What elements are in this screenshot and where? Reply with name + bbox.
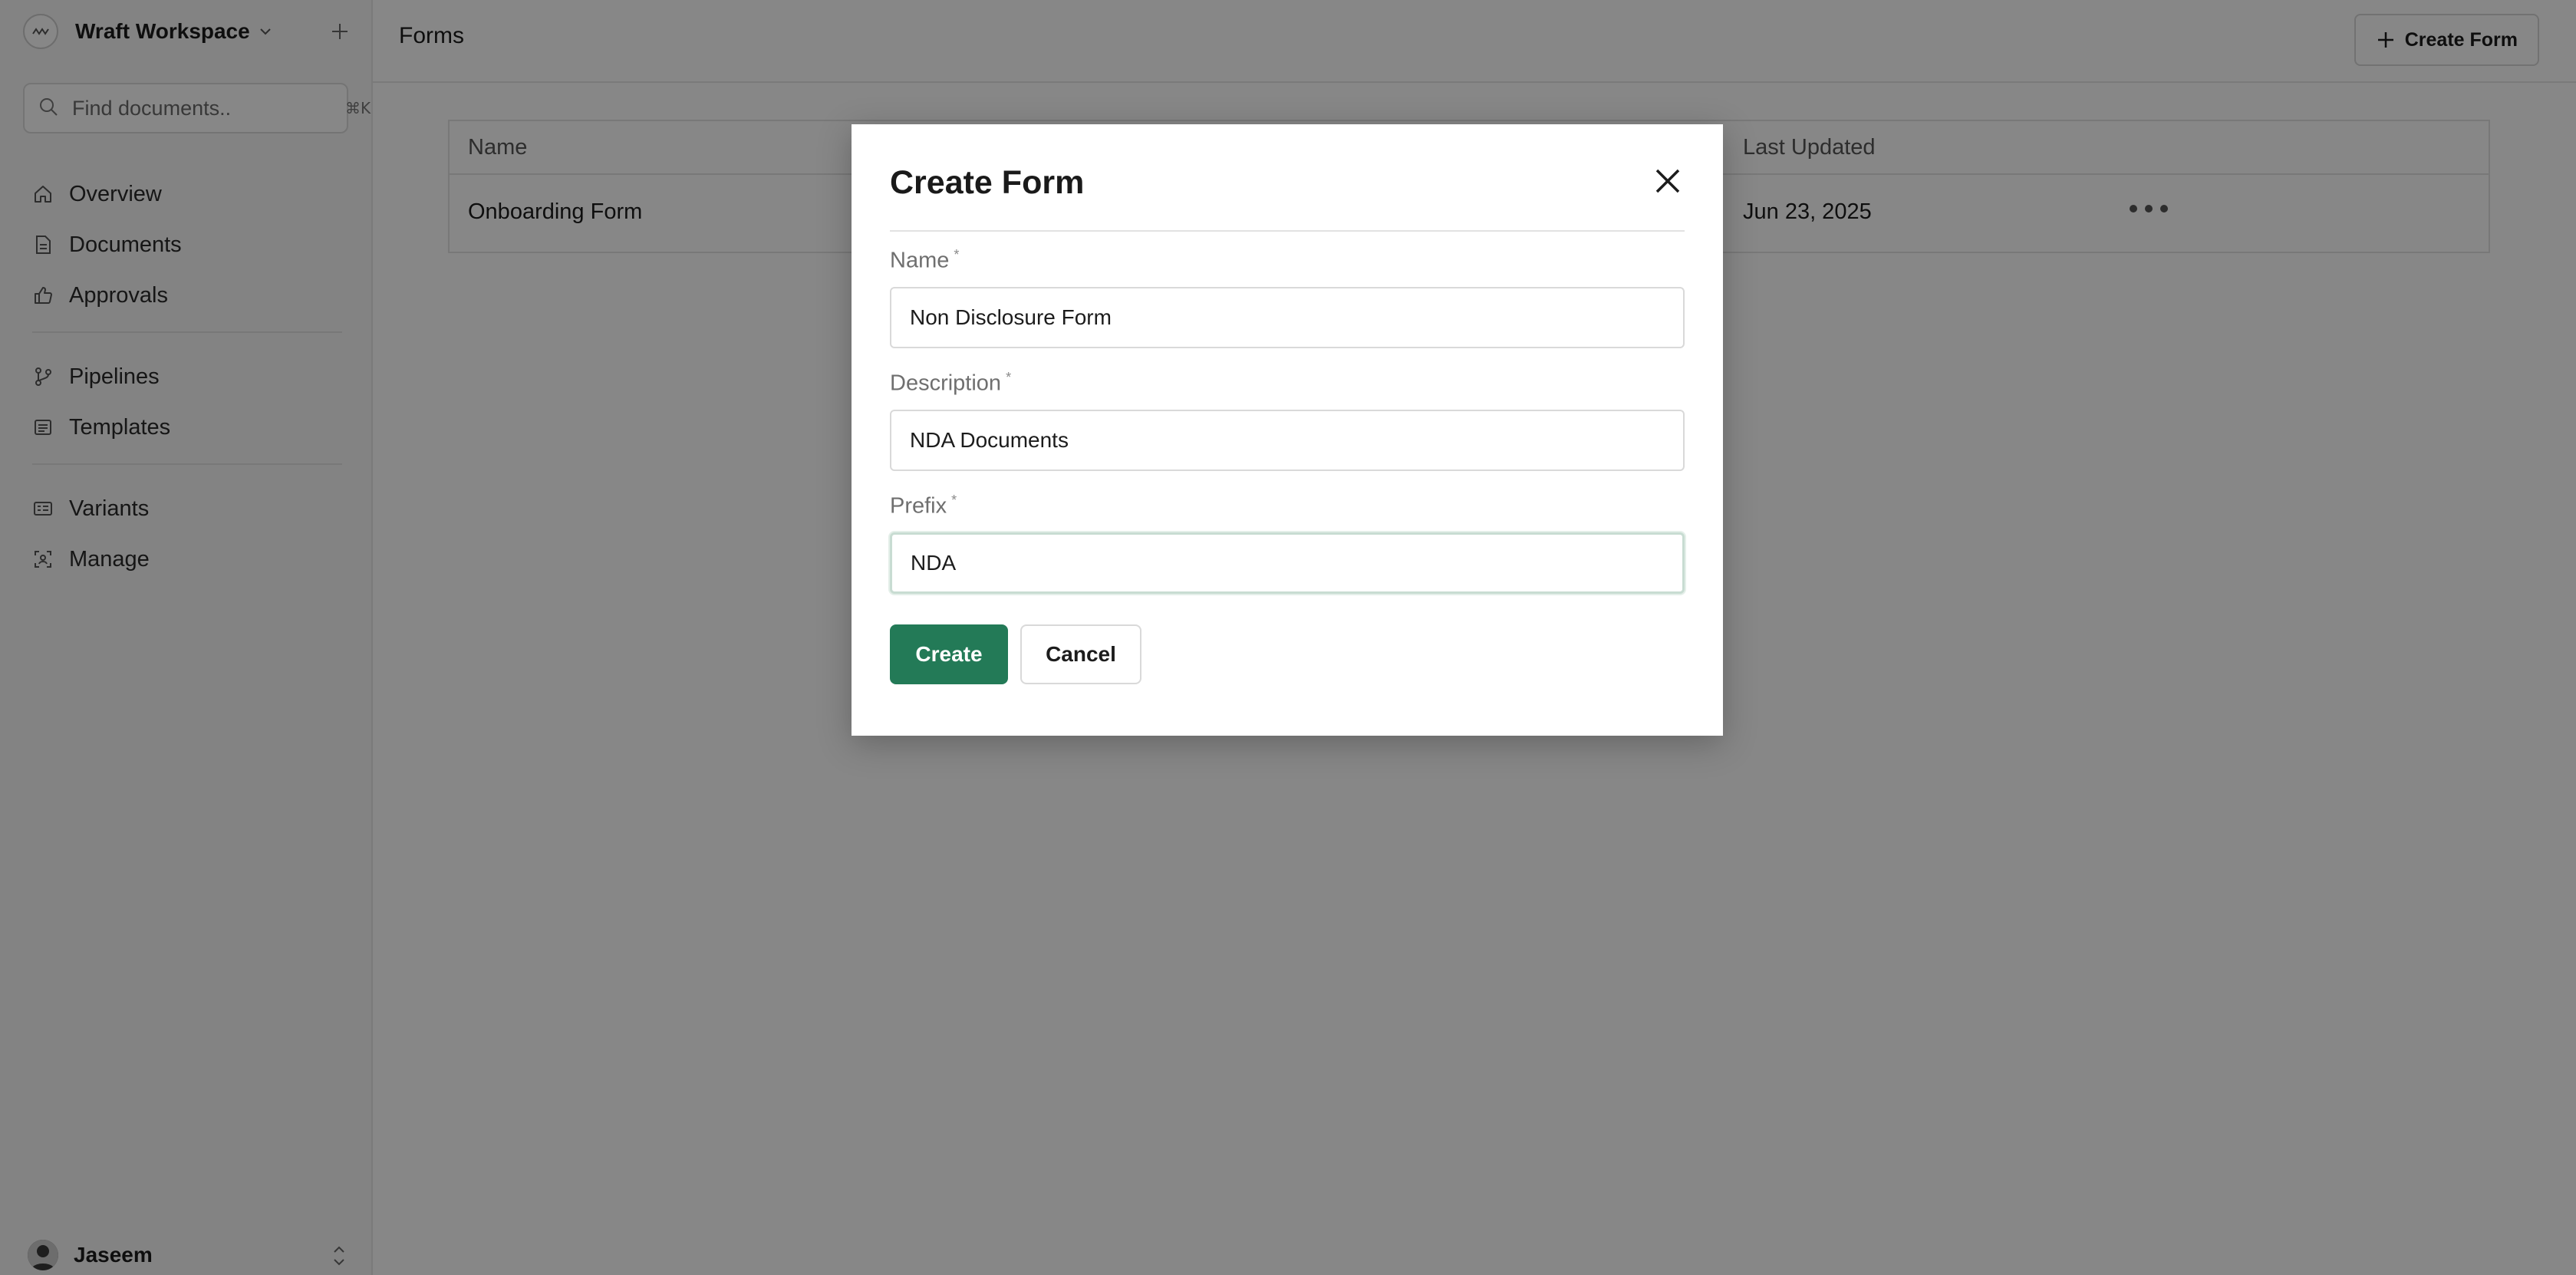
description-field[interactable] bbox=[890, 410, 1685, 471]
divider bbox=[890, 230, 1685, 232]
name-label: Name * bbox=[890, 247, 959, 274]
close-icon[interactable] bbox=[1649, 163, 1686, 199]
name-label-text: Name bbox=[890, 248, 950, 273]
required-mark: * bbox=[1006, 370, 1012, 385]
prefix-label-text: Prefix bbox=[890, 493, 947, 519]
cancel-button[interactable]: Cancel bbox=[1020, 624, 1141, 684]
required-mark: * bbox=[954, 247, 960, 262]
description-label: Description * bbox=[890, 370, 1011, 397]
create-form-modal: Create Form Name * Description * Prefix * C… bbox=[852, 124, 1723, 736]
name-field[interactable] bbox=[890, 287, 1685, 348]
create-button[interactable]: Create bbox=[890, 624, 1008, 684]
modal-title: Create Form bbox=[890, 164, 1085, 201]
required-mark: * bbox=[951, 493, 957, 508]
prefix-field[interactable] bbox=[890, 532, 1685, 594]
description-label-text: Description bbox=[890, 371, 1002, 396]
prefix-label: Prefix * bbox=[890, 493, 957, 519]
